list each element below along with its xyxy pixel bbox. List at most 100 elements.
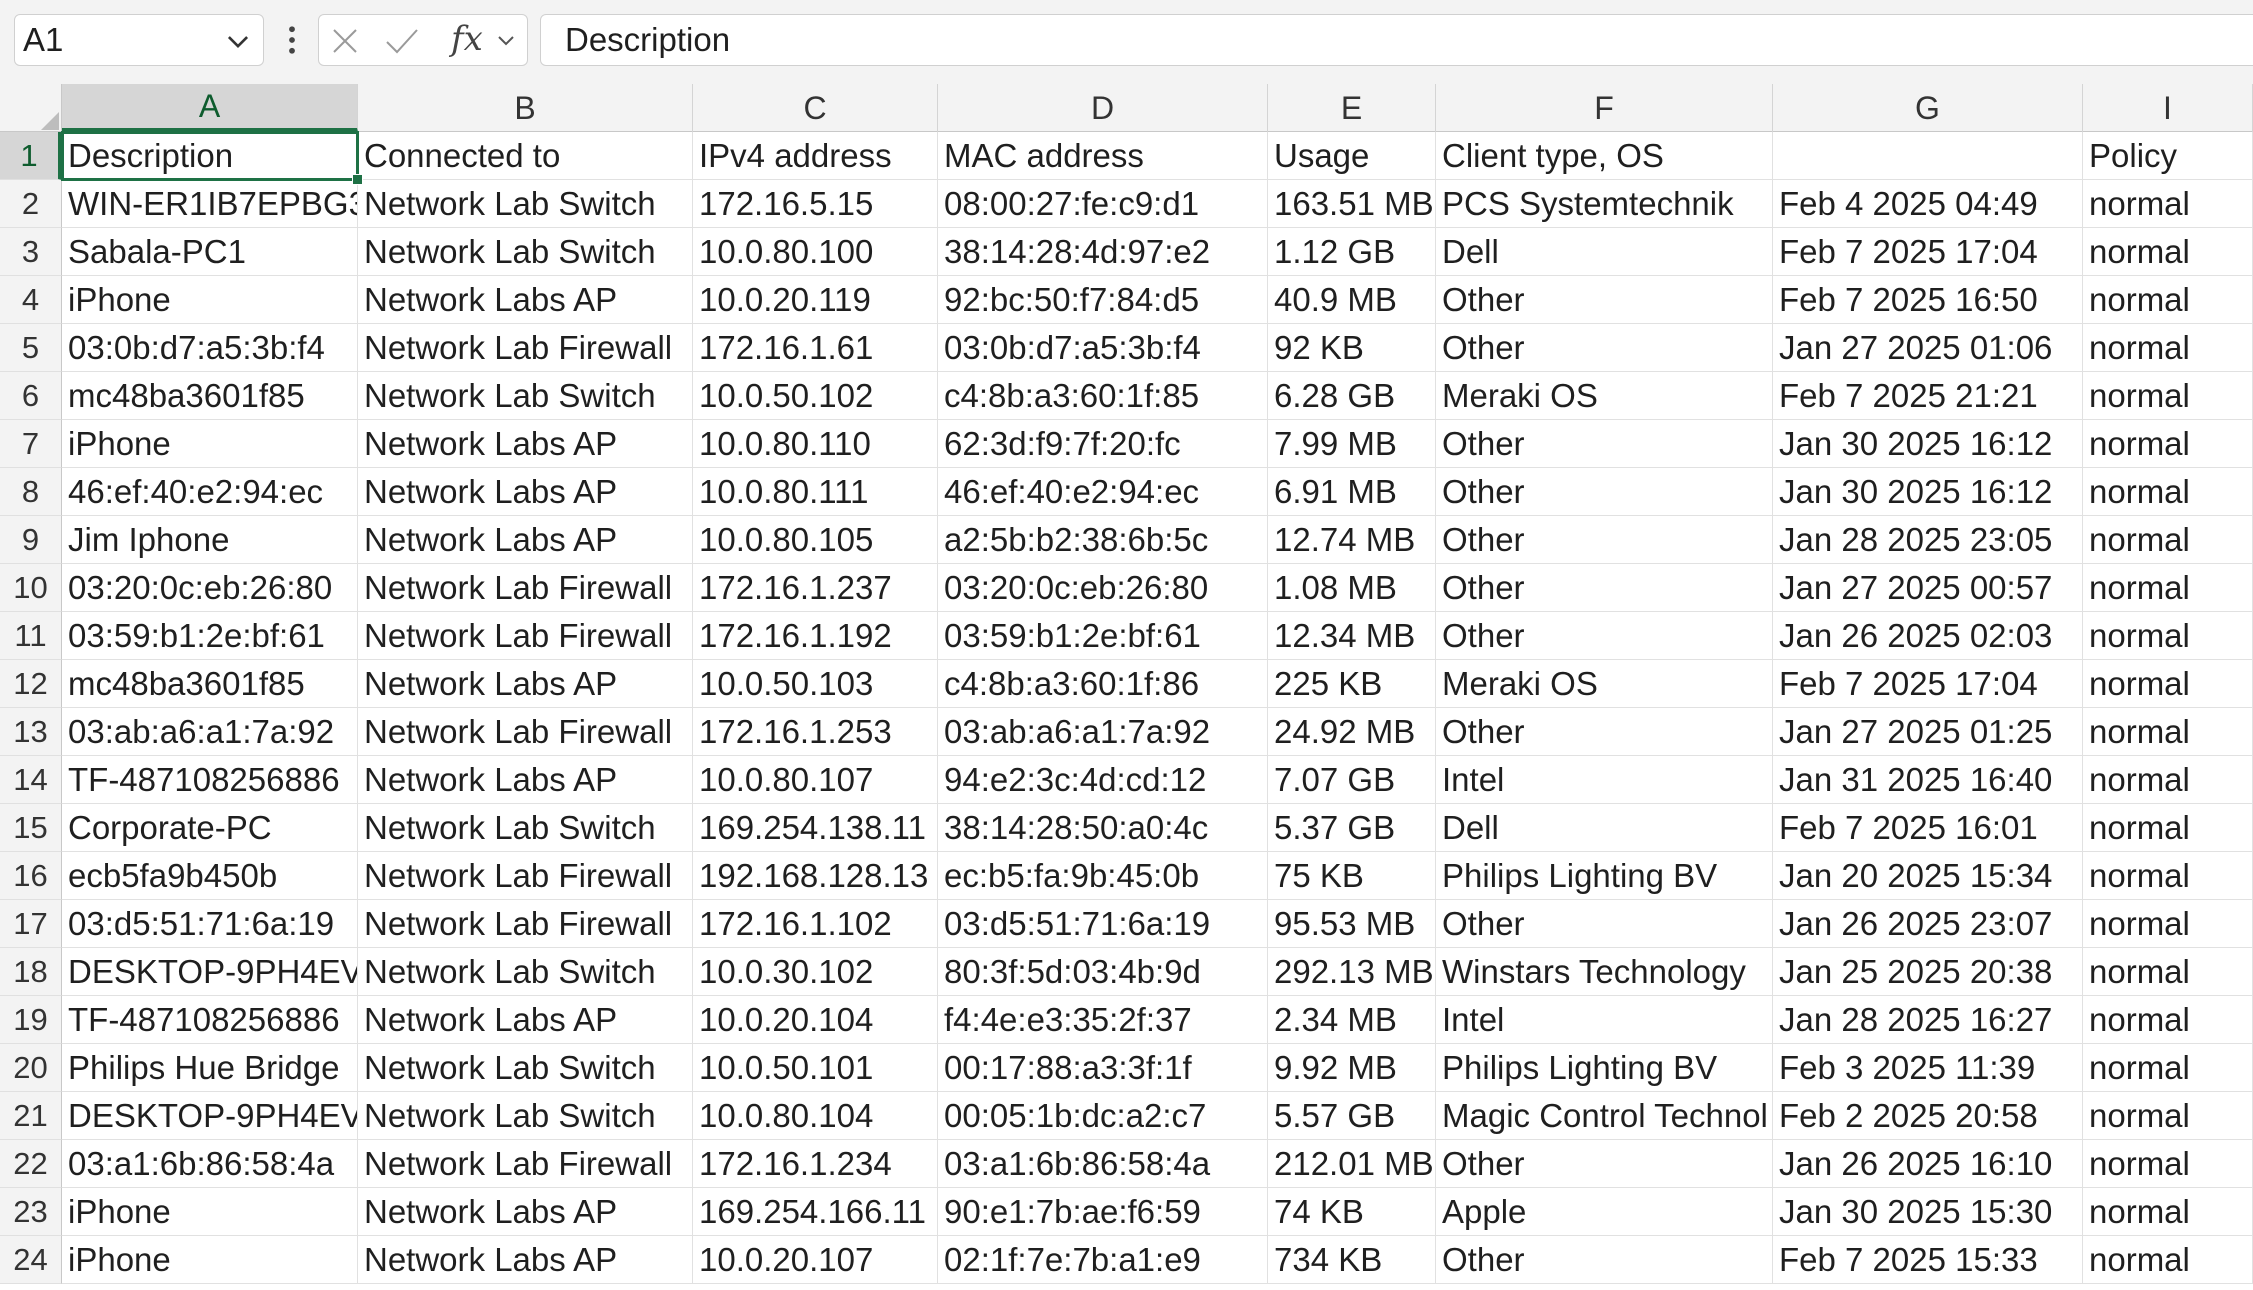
table-cell[interactable]: Jan 26 2025 23:07 bbox=[1773, 900, 2083, 948]
table-cell[interactable]: 80:3f:5d:03:4b:9d bbox=[938, 948, 1268, 996]
table-cell[interactable]: Network Lab Switch bbox=[358, 948, 693, 996]
row-header[interactable]: 3 bbox=[0, 228, 62, 276]
table-cell[interactable]: Feb 7 2025 16:01 bbox=[1773, 804, 2083, 852]
table-cell[interactable]: 03:d5:51:71:6a:19 bbox=[62, 900, 358, 948]
table-cell[interactable]: Jim Iphone bbox=[62, 516, 358, 564]
table-cell[interactable]: normal bbox=[2083, 612, 2253, 660]
table-cell[interactable]: 2.34 MB bbox=[1268, 996, 1436, 1044]
row-header[interactable]: 11 bbox=[0, 612, 62, 660]
row-header[interactable]: 2 bbox=[0, 180, 62, 228]
table-cell[interactable]: normal bbox=[2083, 1092, 2253, 1140]
table-cell[interactable]: Network Lab Firewall bbox=[358, 564, 693, 612]
header-cell[interactable]: Client type, OS bbox=[1436, 132, 1773, 180]
row-header[interactable]: 22 bbox=[0, 1140, 62, 1188]
table-cell[interactable]: 02:1f:7e:7b:a1:e9 bbox=[938, 1236, 1268, 1284]
table-cell[interactable]: Other bbox=[1436, 276, 1773, 324]
table-cell[interactable]: 03:0b:d7:a5:3b:f4 bbox=[938, 324, 1268, 372]
table-cell[interactable]: normal bbox=[2083, 1236, 2253, 1284]
table-cell[interactable]: 9.92 MB bbox=[1268, 1044, 1436, 1092]
table-cell[interactable]: Other bbox=[1436, 420, 1773, 468]
table-cell[interactable]: 03:20:0c:eb:26:80 bbox=[62, 564, 358, 612]
table-cell[interactable]: Other bbox=[1436, 516, 1773, 564]
row-header[interactable]: 10 bbox=[0, 564, 62, 612]
row-header[interactable]: 21 bbox=[0, 1092, 62, 1140]
table-cell[interactable]: Network Lab Switch bbox=[358, 804, 693, 852]
table-cell[interactable]: Network Lab Switch bbox=[358, 228, 693, 276]
column-header-d[interactable]: D bbox=[938, 84, 1268, 132]
table-cell[interactable]: Other bbox=[1436, 468, 1773, 516]
table-cell[interactable]: TF-487108256886 bbox=[62, 996, 358, 1044]
table-cell[interactable]: Feb 7 2025 17:04 bbox=[1773, 660, 2083, 708]
table-cell[interactable]: Apple bbox=[1436, 1188, 1773, 1236]
table-cell[interactable]: 734 KB bbox=[1268, 1236, 1436, 1284]
table-cell[interactable]: Network Labs AP bbox=[358, 468, 693, 516]
table-cell[interactable]: Other bbox=[1436, 900, 1773, 948]
table-cell[interactable]: 5.57 GB bbox=[1268, 1092, 1436, 1140]
table-cell[interactable]: normal bbox=[2083, 1140, 2253, 1188]
table-cell[interactable]: normal bbox=[2083, 1188, 2253, 1236]
table-cell[interactable]: 38:14:28:50:a0:4c bbox=[938, 804, 1268, 852]
table-cell[interactable]: Meraki OS bbox=[1436, 660, 1773, 708]
table-cell[interactable]: Feb 7 2025 15:33 bbox=[1773, 1236, 2083, 1284]
table-cell[interactable]: 03:59:b1:2e:bf:61 bbox=[62, 612, 358, 660]
header-cell[interactable]: Description bbox=[61, 131, 359, 181]
table-cell[interactable]: normal bbox=[2083, 420, 2253, 468]
table-cell[interactable]: normal bbox=[2083, 516, 2253, 564]
table-cell[interactable]: 292.13 MB bbox=[1268, 948, 1436, 996]
table-cell[interactable]: normal bbox=[2083, 564, 2253, 612]
table-cell[interactable]: 10.0.80.110 bbox=[693, 420, 938, 468]
table-cell[interactable]: normal bbox=[2083, 324, 2253, 372]
table-cell[interactable]: 5.37 GB bbox=[1268, 804, 1436, 852]
column-header-a[interactable]: A bbox=[62, 84, 358, 132]
table-cell[interactable]: Philips Lighting BV bbox=[1436, 852, 1773, 900]
row-header[interactable]: 9 bbox=[0, 516, 62, 564]
table-cell[interactable]: Jan 20 2025 15:34 bbox=[1773, 852, 2083, 900]
column-header-g[interactable]: G bbox=[1773, 84, 2083, 132]
table-cell[interactable]: 38:14:28:4d:97:e2 bbox=[938, 228, 1268, 276]
row-header[interactable]: 14 bbox=[0, 756, 62, 804]
table-cell[interactable]: normal bbox=[2083, 276, 2253, 324]
table-cell[interactable]: Feb 4 2025 04:49 bbox=[1773, 180, 2083, 228]
table-cell[interactable]: 75 KB bbox=[1268, 852, 1436, 900]
table-cell[interactable]: 00:05:1b:dc:a2:c7 bbox=[938, 1092, 1268, 1140]
table-cell[interactable]: 03:59:b1:2e:bf:61 bbox=[938, 612, 1268, 660]
table-cell[interactable]: Other bbox=[1436, 564, 1773, 612]
column-header-e[interactable]: E bbox=[1268, 84, 1436, 132]
table-cell[interactable]: WIN-ER1IB7EPBG3 bbox=[62, 180, 358, 228]
table-cell[interactable]: normal bbox=[2083, 228, 2253, 276]
row-header[interactable]: 7 bbox=[0, 420, 62, 468]
column-header-b[interactable]: B bbox=[358, 84, 693, 132]
table-cell[interactable]: Jan 27 2025 01:06 bbox=[1773, 324, 2083, 372]
table-cell[interactable]: Network Lab Switch bbox=[358, 1092, 693, 1140]
table-cell[interactable]: Network Labs AP bbox=[358, 420, 693, 468]
column-header-i[interactable]: I bbox=[2083, 84, 2253, 132]
table-cell[interactable]: Jan 27 2025 01:25 bbox=[1773, 708, 2083, 756]
table-cell[interactable]: Network Labs AP bbox=[358, 1188, 693, 1236]
table-cell[interactable]: normal bbox=[2083, 948, 2253, 996]
row-header[interactable]: 20 bbox=[0, 1044, 62, 1092]
table-cell[interactable]: iPhone bbox=[62, 1236, 358, 1284]
table-cell[interactable]: Network Lab Switch bbox=[358, 372, 693, 420]
table-cell[interactable]: Jan 27 2025 00:57 bbox=[1773, 564, 2083, 612]
table-cell[interactable]: 03:20:0c:eb:26:80 bbox=[938, 564, 1268, 612]
table-cell[interactable]: normal bbox=[2083, 708, 2253, 756]
table-cell[interactable]: normal bbox=[2083, 804, 2253, 852]
table-cell[interactable]: 62:3d:f9:7f:20:fc bbox=[938, 420, 1268, 468]
table-cell[interactable]: Other bbox=[1436, 324, 1773, 372]
table-cell[interactable]: Philips Hue Bridge bbox=[62, 1044, 358, 1092]
table-cell[interactable]: Corporate-PC bbox=[62, 804, 358, 852]
table-cell[interactable]: 7.07 GB bbox=[1268, 756, 1436, 804]
table-cell[interactable]: 74 KB bbox=[1268, 1188, 1436, 1236]
table-cell[interactable]: DESKTOP-9PH4EV2 bbox=[62, 1092, 358, 1140]
row-header[interactable]: 8 bbox=[0, 468, 62, 516]
check-icon[interactable] bbox=[385, 27, 419, 55]
table-cell[interactable]: 92 KB bbox=[1268, 324, 1436, 372]
table-cell[interactable]: Network Labs AP bbox=[358, 756, 693, 804]
table-cell[interactable]: 12.34 MB bbox=[1268, 612, 1436, 660]
table-cell[interactable]: ec:b5:fa:9b:45:0b bbox=[938, 852, 1268, 900]
table-cell[interactable]: normal bbox=[2083, 756, 2253, 804]
table-cell[interactable]: iPhone bbox=[62, 420, 358, 468]
table-cell[interactable]: 172.16.1.192 bbox=[693, 612, 938, 660]
table-cell[interactable]: 46:ef:40:e2:94:ec bbox=[62, 468, 358, 516]
table-cell[interactable]: Network Lab Switch bbox=[358, 1044, 693, 1092]
